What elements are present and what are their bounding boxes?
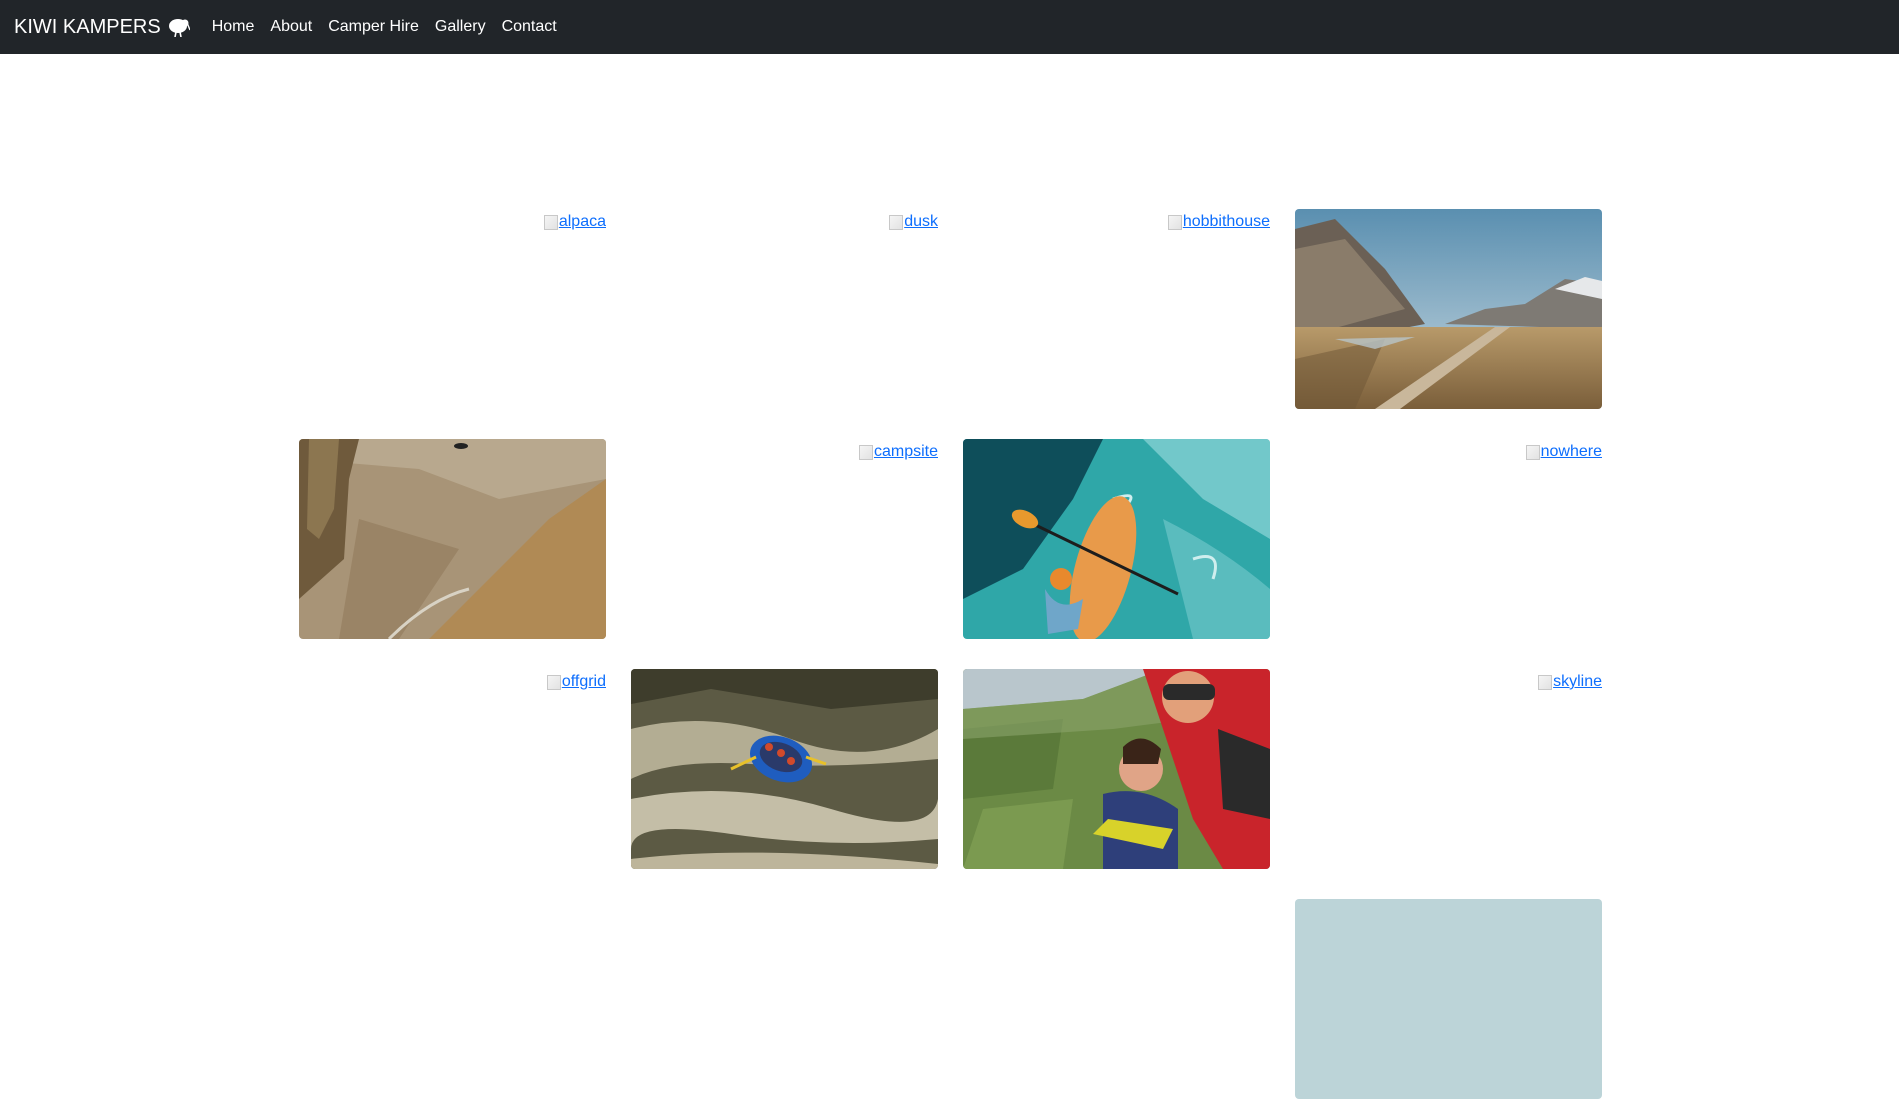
gallery-item-dusk[interactable]: dusk bbox=[631, 209, 938, 409]
broken-image-alt: dusk bbox=[889, 213, 938, 231]
broken-image-alt: nowhere bbox=[1526, 443, 1602, 461]
gallery-photo-boardwalk-valley[interactable] bbox=[1295, 209, 1602, 409]
brand-text: KIWI KAMPERS bbox=[14, 15, 161, 38]
partial-photo bbox=[1295, 899, 1602, 1099]
gallery-item-partial bbox=[963, 899, 1270, 1099]
rafting-photo bbox=[631, 669, 938, 869]
broken-image-alt: hobbithouse bbox=[1168, 213, 1270, 231]
canyon-photo bbox=[299, 439, 606, 639]
broken-image-alt: skyline bbox=[1538, 673, 1602, 691]
nav-link-about[interactable]: About bbox=[270, 18, 312, 36]
gallery-item-skyline[interactable]: skyline bbox=[1295, 669, 1602, 869]
gallery-item-hobbithouse[interactable]: hobbithouse bbox=[963, 209, 1270, 409]
gallery-photo-skydiving[interactable] bbox=[963, 669, 1270, 869]
kayak-photo bbox=[963, 439, 1270, 639]
broken-image-alt: campsite bbox=[859, 443, 938, 461]
skydiving-photo bbox=[963, 669, 1270, 869]
gallery-item-offgrid[interactable]: offgrid bbox=[299, 669, 606, 869]
boardwalk-valley-photo bbox=[1295, 209, 1602, 409]
nav-link-home[interactable]: Home bbox=[212, 18, 255, 36]
gallery-photo-canyon[interactable] bbox=[299, 439, 606, 639]
gallery-item-campsite[interactable]: campsite bbox=[631, 439, 938, 639]
nav-link-gallery[interactable]: Gallery bbox=[435, 18, 486, 36]
broken-image-alt: alpaca bbox=[544, 213, 606, 231]
gallery-item-partial bbox=[631, 899, 938, 1099]
gallery-photo-rafting[interactable] bbox=[631, 669, 938, 869]
gallery-grid: alpaca dusk hobbithouse campsite nowhere… bbox=[299, 209, 1602, 1099]
kiwi-bird-icon bbox=[168, 19, 190, 37]
brand-link[interactable]: KIWI KAMPERS bbox=[14, 16, 190, 39]
nav-link-camper-hire[interactable]: Camper Hire bbox=[328, 18, 419, 36]
gallery-item-partial bbox=[299, 899, 606, 1099]
gallery-photo-partial[interactable] bbox=[1295, 899, 1602, 1099]
gallery-item-nowhere[interactable]: nowhere bbox=[1295, 439, 1602, 639]
gallery-photo-kayak[interactable] bbox=[963, 439, 1270, 639]
gallery-item-alpaca[interactable]: alpaca bbox=[299, 209, 606, 409]
broken-image-alt: offgrid bbox=[547, 673, 606, 691]
navbar: KIWI KAMPERS Home About Camper Hire Gall… bbox=[0, 0, 1899, 54]
nav-links: Home About Camper Hire Gallery Contact bbox=[212, 18, 573, 36]
nav-link-contact[interactable]: Contact bbox=[502, 18, 557, 36]
